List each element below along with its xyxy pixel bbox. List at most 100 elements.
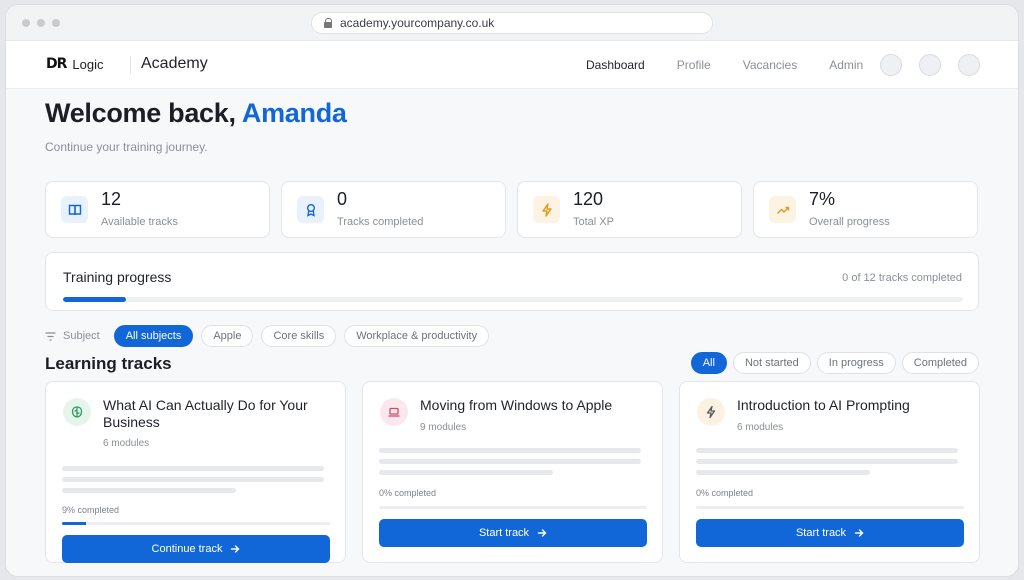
stats-row: 12 Available tracks 0 Tracks completed 1… <box>45 181 978 238</box>
status-chip-all[interactable]: All <box>690 352 727 374</box>
lock-icon <box>324 18 333 28</box>
logo-mark: DR <box>46 56 67 72</box>
subject-filter-label: Subject <box>45 330 100 342</box>
track-percent-completed: 0% completed <box>696 488 754 498</box>
nav-admin[interactable]: Admin <box>829 58 863 72</box>
stat-value: 12 <box>101 189 122 209</box>
track-title: What AI Can Actually Do for Your Busines… <box>103 397 308 430</box>
laptop-icon <box>380 398 408 426</box>
lightning-icon <box>533 196 560 223</box>
training-progress-card: Training progress 0 of 12 tracks complet… <box>45 252 979 311</box>
status-filter: All Not started In progress Completed <box>690 352 979 374</box>
track-percent-completed: 9% completed <box>62 505 120 515</box>
stat-label: Total XP <box>573 216 614 228</box>
button-label: Start track <box>795 527 847 539</box>
track-progress-bar <box>696 506 964 509</box>
track-progress-fill <box>62 522 87 525</box>
header-actions <box>880 54 980 76</box>
window-maximize-dot[interactable] <box>52 19 60 27</box>
stat-card-overall-progress: 7% Overall progress <box>753 181 978 238</box>
brain-icon <box>63 398 91 426</box>
track-title: Moving from Windows to Apple <box>420 397 613 413</box>
button-label: Continue track <box>151 543 223 555</box>
page-title: Welcome back, Amanda <box>45 98 347 129</box>
progress-bar <box>63 297 963 302</box>
browser-window: academy.yourcompany.co.uk DR Logic Acade… <box>6 5 1018 576</box>
start-track-button[interactable]: Start track <box>696 519 964 547</box>
header-divider <box>130 56 131 74</box>
description-placeholder-line <box>379 459 641 464</box>
company-logo[interactable]: DR Logic <box>46 56 103 72</box>
window-minimize-dot[interactable] <box>37 19 45 27</box>
track-list: What AI Can Actually Do for Your Busines… <box>45 381 980 563</box>
track-progress-bar <box>379 506 647 509</box>
status-chip-completed[interactable]: Completed <box>901 352 979 374</box>
window-close-dot[interactable] <box>22 19 30 27</box>
track-card[interactable]: What AI Can Actually Do for Your Busines… <box>45 381 346 563</box>
chip-workplace-productivity[interactable]: Workplace & productivity <box>344 325 490 347</box>
filter-icon <box>45 331 56 341</box>
description-placeholder-line <box>379 448 641 453</box>
progress-count: 0 of 12 tracks completed <box>842 272 962 284</box>
status-chip-in-progress[interactable]: In progress <box>816 352 896 374</box>
track-progress-bar <box>62 522 330 525</box>
chip-core-skills[interactable]: Core skills <box>261 325 337 347</box>
arrow-right-icon <box>854 529 864 537</box>
nav-vacancies[interactable]: Vacancies <box>743 58 797 72</box>
description-placeholder-line <box>62 477 324 482</box>
track-modules: 9 modules <box>420 422 467 433</box>
header-action-button-1[interactable] <box>880 54 902 76</box>
chip-all-subjects[interactable]: All subjects <box>113 325 194 347</box>
app-header: DR Logic Academy Dashboard Profile Vacan… <box>6 41 1018 89</box>
avatar[interactable] <box>958 54 980 76</box>
main-content: Welcome back, Amanda Continue your train… <box>6 89 1018 576</box>
continue-track-button[interactable]: Continue track <box>62 535 330 563</box>
nav-profile[interactable]: Profile <box>677 58 711 72</box>
stat-card-total-xp: 120 Total XP <box>517 181 742 238</box>
user-name: Amanda <box>241 98 347 128</box>
stat-label: Available tracks <box>101 216 178 228</box>
description-placeholder-line <box>62 466 324 471</box>
progress-title: Training progress <box>63 269 172 285</box>
track-percent-completed: 0% completed <box>379 488 437 498</box>
address-bar[interactable]: academy.yourcompany.co.uk <box>311 12 713 34</box>
stat-card-available-tracks: 12 Available tracks <box>45 181 270 238</box>
app-name: Academy <box>141 55 208 72</box>
description-placeholder-line <box>696 448 958 453</box>
description-placeholder-line <box>696 470 870 475</box>
stat-value: 0 <box>337 189 348 209</box>
trend-up-icon <box>769 196 796 223</box>
track-modules: 6 modules <box>737 422 784 433</box>
welcome-prefix: Welcome back, <box>45 98 242 128</box>
url-text: academy.yourcompany.co.uk <box>340 16 495 30</box>
progress-bar-fill <box>63 297 126 302</box>
description-placeholder-line <box>379 470 553 475</box>
main-nav: Dashboard Profile Vacancies Admin <box>586 58 895 72</box>
logo-text: Logic <box>72 56 104 72</box>
subject-label-text: Subject <box>63 330 100 342</box>
arrow-right-icon <box>231 545 240 553</box>
learning-tracks-title: Learning tracks <box>45 354 172 373</box>
lightning-icon <box>697 398 725 426</box>
chip-apple[interactable]: Apple <box>201 325 254 347</box>
description-placeholder-line <box>62 488 236 493</box>
page-subtitle: Continue your training journey. <box>45 140 208 154</box>
stat-value: 120 <box>573 189 604 209</box>
award-icon <box>297 196 324 223</box>
track-card[interactable]: Moving from Windows to Apple 9 modules 0… <box>362 381 663 563</box>
track-card[interactable]: Introduction to AI Prompting 6 modules 0… <box>679 381 980 563</box>
button-label: Start track <box>478 527 530 539</box>
stat-label: Overall progress <box>809 216 890 228</box>
nav-dashboard[interactable]: Dashboard <box>586 58 645 72</box>
stat-card-tracks-completed: 0 Tracks completed <box>281 181 506 238</box>
browser-chrome: academy.yourcompany.co.uk <box>6 5 1018 41</box>
status-chip-not-started[interactable]: Not started <box>732 352 811 374</box>
track-title: Introduction to AI Prompting <box>737 397 910 413</box>
start-track-button[interactable]: Start track <box>379 519 647 547</box>
track-modules: 6 modules <box>103 438 150 449</box>
window-controls <box>22 19 60 27</box>
stat-value: 7% <box>809 189 836 209</box>
subject-filter: Subject All subjects Apple Core skills W… <box>45 325 490 347</box>
book-icon <box>61 196 88 223</box>
header-action-button-2[interactable] <box>919 54 941 76</box>
